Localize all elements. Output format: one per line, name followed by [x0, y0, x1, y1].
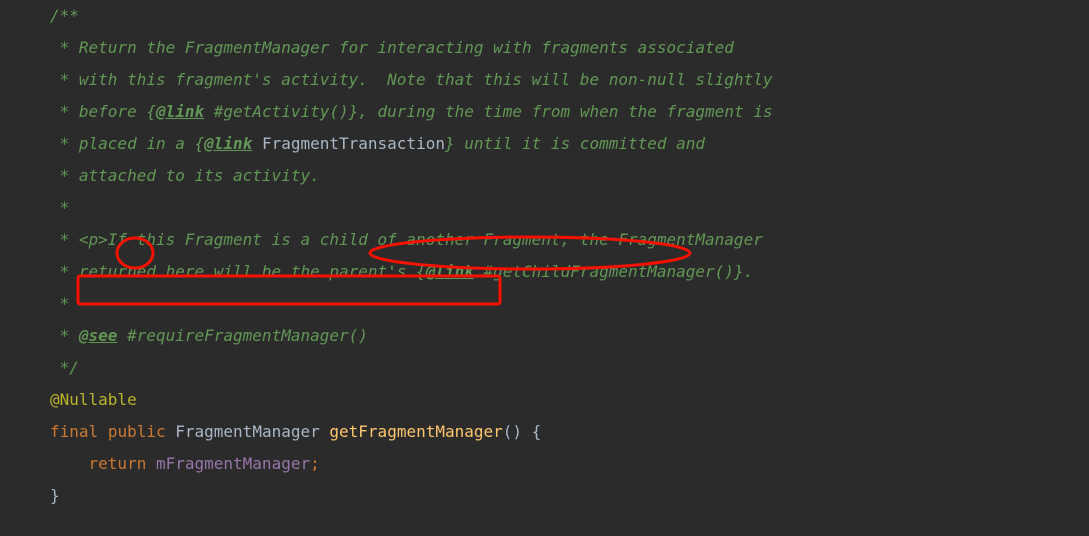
return-type: FragmentManager [175, 422, 320, 441]
javadoc-line: * @see #requireFragmentManager() [50, 326, 368, 345]
javadoc-link-tag: @link [204, 134, 252, 153]
method-name: getFragmentManager [329, 422, 502, 441]
keyword-final: final [50, 422, 98, 441]
brace-close: } [50, 486, 60, 505]
javadoc-line: * before {@link #getActivity()}, during … [50, 102, 772, 121]
field-ref: mFragmentManager [156, 454, 310, 473]
javadoc-line: */ [50, 358, 79, 377]
javadoc-line: * <p>If this Fragment is a child of anot… [50, 230, 763, 249]
javadoc-line: /** [50, 6, 79, 25]
javadoc-link-tag: @link [156, 102, 204, 121]
javadoc-line: * [50, 198, 69, 217]
javadoc-link-tag: @link [426, 262, 474, 281]
annotation: @Nullable [50, 390, 137, 409]
javadoc-line: * Return the FragmentManager for interac… [50, 38, 734, 57]
javadoc-line: * attached to its activity. [50, 166, 320, 185]
javadoc-line: * with this fragment's activity. Note th… [50, 70, 772, 89]
keyword-return: return [89, 454, 147, 473]
javadoc-see-tag: @see [79, 326, 118, 345]
javadoc-line: * [50, 294, 69, 313]
code-editor[interactable]: /** * Return the FragmentManager for int… [0, 0, 1089, 512]
semicolon: ; [310, 454, 320, 473]
javadoc-line: * placed in a {@link FragmentTransaction… [50, 134, 705, 153]
keyword-public: public [108, 422, 166, 441]
punctuation: () { [503, 422, 542, 441]
javadoc-line: * returned here will be the parent's {@l… [50, 262, 753, 281]
